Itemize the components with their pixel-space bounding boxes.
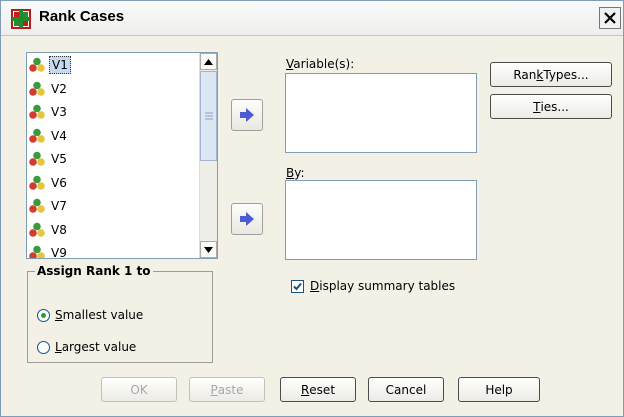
- scale-variable-icon: [29, 175, 45, 190]
- scale-variable-icon: [29, 245, 45, 258]
- variable-label: V6: [51, 175, 67, 190]
- radio-button[interactable]: [37, 308, 50, 322]
- variable-list-item[interactable]: V5: [29, 149, 197, 169]
- scale-variable-icon: [29, 104, 45, 119]
- by-label: By:: [286, 166, 305, 180]
- paste-button[interactable]: Paste: [189, 377, 265, 402]
- variable-label: V3: [51, 105, 67, 119]
- rank-cases-dialog: Rank Cases V1 V2 V3 V4 V5 V6 V7 V8 V9 Variable(s…: [0, 0, 624, 417]
- scale-variable-icon: [29, 198, 45, 213]
- close-button[interactable]: [599, 7, 621, 29]
- variable-label: V5: [51, 152, 67, 166]
- ok-button[interactable]: OK: [101, 377, 177, 402]
- scale-variable-icon: [29, 222, 45, 237]
- variable-label: V2: [51, 81, 67, 96]
- help-button[interactable]: Help: [458, 377, 540, 402]
- largest-value-radio[interactable]: Largest value: [37, 340, 136, 354]
- scroll-up-arrow-icon: [204, 58, 213, 65]
- variable-label: V9: [51, 246, 67, 259]
- source-variable-list[interactable]: V1 V2 V3 V4 V5 V6 V7 V8 V9: [26, 52, 218, 259]
- scroll-up-button[interactable]: [200, 53, 217, 70]
- move-right-arrow-icon: [240, 108, 254, 122]
- move-to-by-button[interactable]: [231, 203, 263, 235]
- variable-label: V7: [51, 199, 67, 213]
- display-summary-label: Display summary tables: [310, 279, 456, 293]
- scroll-down-arrow-icon: [204, 246, 213, 253]
- smallest-value-label: Smallest value: [55, 308, 144, 322]
- variables-label: Variable(s):: [286, 57, 355, 71]
- list-scrollbar[interactable]: [199, 53, 217, 258]
- close-icon: [604, 12, 616, 24]
- checkmark-icon: [293, 282, 302, 290]
- variable-list-item[interactable]: V4: [29, 126, 197, 146]
- spss-app-icon: [11, 9, 31, 29]
- variable-list-item[interactable]: V1: [29, 55, 197, 75]
- move-right-arrow-icon: [240, 212, 254, 226]
- by-target-list[interactable]: [285, 180, 477, 260]
- ties-button[interactable]: Ties...: [490, 94, 612, 119]
- variables-target-list[interactable]: [285, 73, 477, 153]
- variable-label: V8: [51, 222, 67, 237]
- variable-list-item[interactable]: V3: [29, 102, 197, 122]
- scale-variable-icon: [29, 128, 45, 143]
- variable-label: V1: [49, 56, 71, 74]
- grip-icon: [205, 112, 213, 120]
- cancel-button[interactable]: Cancel: [368, 377, 444, 402]
- variable-list-item[interactable]: V6: [29, 173, 197, 193]
- variable-list-item[interactable]: V8: [29, 220, 197, 240]
- assign-rank-title: Assign Rank 1 to: [35, 264, 153, 278]
- move-to-variables-button[interactable]: [231, 99, 263, 131]
- radio-button[interactable]: [37, 340, 50, 354]
- rank-types-button[interactable]: Ran k Types...: [490, 62, 612, 87]
- smallest-value-radio[interactable]: Smallest value: [37, 308, 143, 322]
- scale-variable-icon: [29, 57, 45, 72]
- display-summary-checkbox[interactable]: Display summary tables: [291, 279, 455, 293]
- scale-variable-icon: [29, 81, 45, 96]
- largest-value-label: Largest value: [55, 340, 137, 354]
- checkbox-box[interactable]: [291, 279, 304, 293]
- variable-list-item[interactable]: V7: [29, 196, 197, 216]
- reset-button[interactable]: Reset: [280, 377, 356, 402]
- window-title: Rank Cases: [39, 8, 125, 25]
- title-bar: Rank Cases: [1, 1, 623, 36]
- scroll-down-button[interactable]: [200, 241, 217, 258]
- variable-list-item[interactable]: V9: [29, 243, 197, 259]
- variable-label: V4: [51, 128, 67, 143]
- scroll-thumb[interactable]: [200, 71, 217, 161]
- scale-variable-icon: [29, 151, 45, 166]
- variable-list-item[interactable]: V2: [29, 79, 197, 99]
